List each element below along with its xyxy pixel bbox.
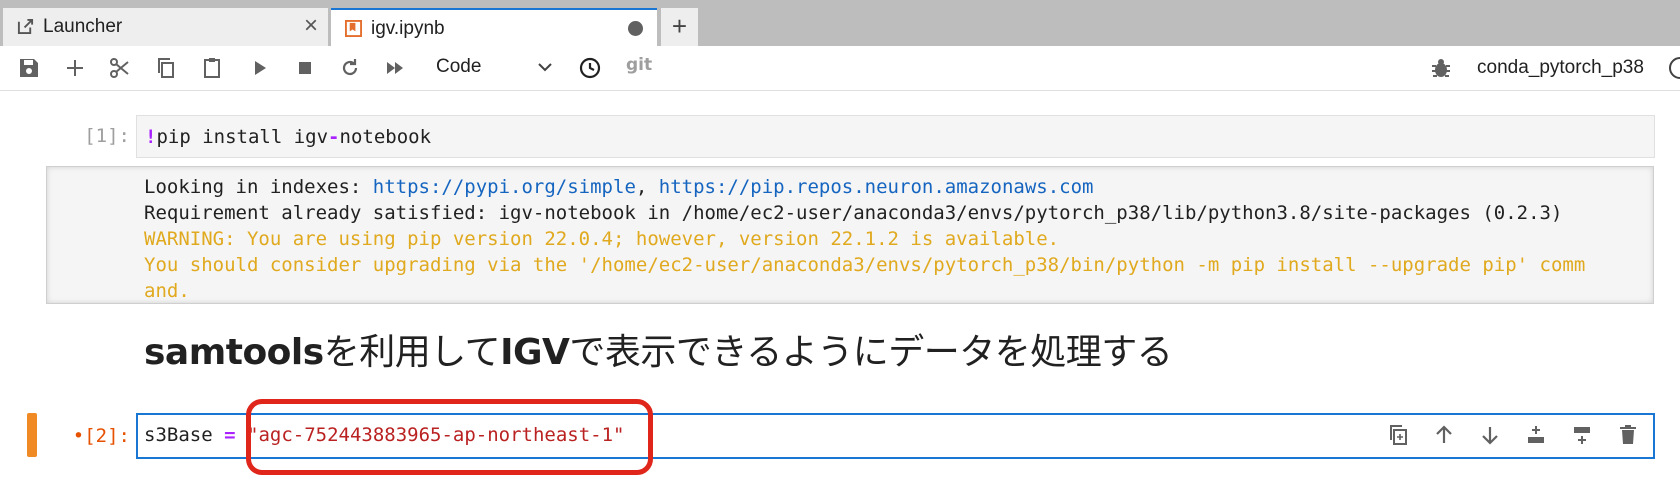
notebook-panel: [1]: !pip install igv-notebook Looking i… bbox=[0, 91, 1680, 502]
insert-above-icon[interactable] bbox=[1524, 423, 1548, 447]
tab-label: Launcher bbox=[43, 16, 123, 37]
restart-icon[interactable] bbox=[338, 56, 362, 80]
tab-launcher[interactable]: Launcher × bbox=[3, 8, 329, 46]
paste-icon[interactable] bbox=[200, 56, 224, 80]
tab-label: igv.ipynb bbox=[371, 18, 445, 39]
add-icon[interactable] bbox=[63, 56, 87, 80]
warning-line: You should consider upgrading via the '/… bbox=[144, 254, 1586, 276]
code-line: !pip install igv-notebook bbox=[145, 126, 432, 148]
clock-icon[interactable] bbox=[578, 56, 602, 80]
bug-icon[interactable] bbox=[1430, 56, 1452, 80]
move-up-icon[interactable] bbox=[1432, 423, 1456, 447]
notebook-toolbar: Code git conda_pytorch_p38 bbox=[0, 46, 1680, 91]
cell-output: Looking in indexes: https://pypi.org/sim… bbox=[46, 166, 1654, 304]
notebook-icon bbox=[345, 20, 362, 37]
output-line: Looking in indexes: https://pypi.org/sim… bbox=[144, 176, 1094, 198]
insert-below-icon[interactable] bbox=[1570, 423, 1594, 447]
output-line: Requirement already satisfied: igv-noteb… bbox=[144, 202, 1563, 224]
duplicate-icon[interactable] bbox=[1386, 423, 1410, 447]
output-link[interactable]: https://pypi.org/simple bbox=[373, 176, 636, 198]
warning-line: WARNING: You are using pip version 22.0.… bbox=[144, 228, 1060, 250]
highlight-annotation bbox=[246, 399, 653, 475]
git-icon[interactable]: git bbox=[626, 55, 652, 75]
delete-icon[interactable] bbox=[1616, 423, 1640, 447]
fast-forward-icon[interactable] bbox=[384, 56, 408, 80]
launch-icon bbox=[17, 18, 34, 35]
markdown-heading: samtoolsを利用してIGVで表示できるようにデータを処理する bbox=[144, 332, 1173, 373]
kernel-name[interactable]: conda_pytorch_p38 bbox=[1477, 57, 1644, 79]
unsaved-dot-icon[interactable] bbox=[628, 21, 643, 36]
save-icon[interactable] bbox=[17, 56, 41, 80]
cut-icon[interactable] bbox=[108, 56, 132, 80]
tab-igv-notebook[interactable]: igv.ipynb bbox=[331, 8, 657, 46]
code-cell-input[interactable]: !pip install igv-notebook bbox=[136, 115, 1655, 158]
active-cell-indicator bbox=[27, 413, 37, 457]
cell-prompt: [1]: bbox=[84, 125, 130, 147]
cell-type-select[interactable]: Code bbox=[436, 56, 556, 82]
move-down-icon[interactable] bbox=[1478, 423, 1502, 447]
add-tab-button[interactable]: + bbox=[661, 8, 698, 46]
warning-line: and. bbox=[144, 280, 190, 302]
copy-icon[interactable] bbox=[154, 56, 178, 80]
output-link[interactable]: https://pip.repos.neuron.amazonaws.com bbox=[659, 176, 1094, 198]
stop-icon[interactable] bbox=[293, 56, 317, 80]
close-icon[interactable]: × bbox=[304, 14, 318, 38]
tab-bar: Launcher × igv.ipynb + bbox=[0, 0, 1680, 46]
chevron-down-icon bbox=[536, 58, 554, 76]
cell-type-value: Code bbox=[436, 56, 482, 77]
run-icon[interactable] bbox=[247, 56, 271, 80]
kernel-status-icon bbox=[1669, 57, 1680, 79]
cell-prompt: •[2]: bbox=[72, 425, 130, 447]
